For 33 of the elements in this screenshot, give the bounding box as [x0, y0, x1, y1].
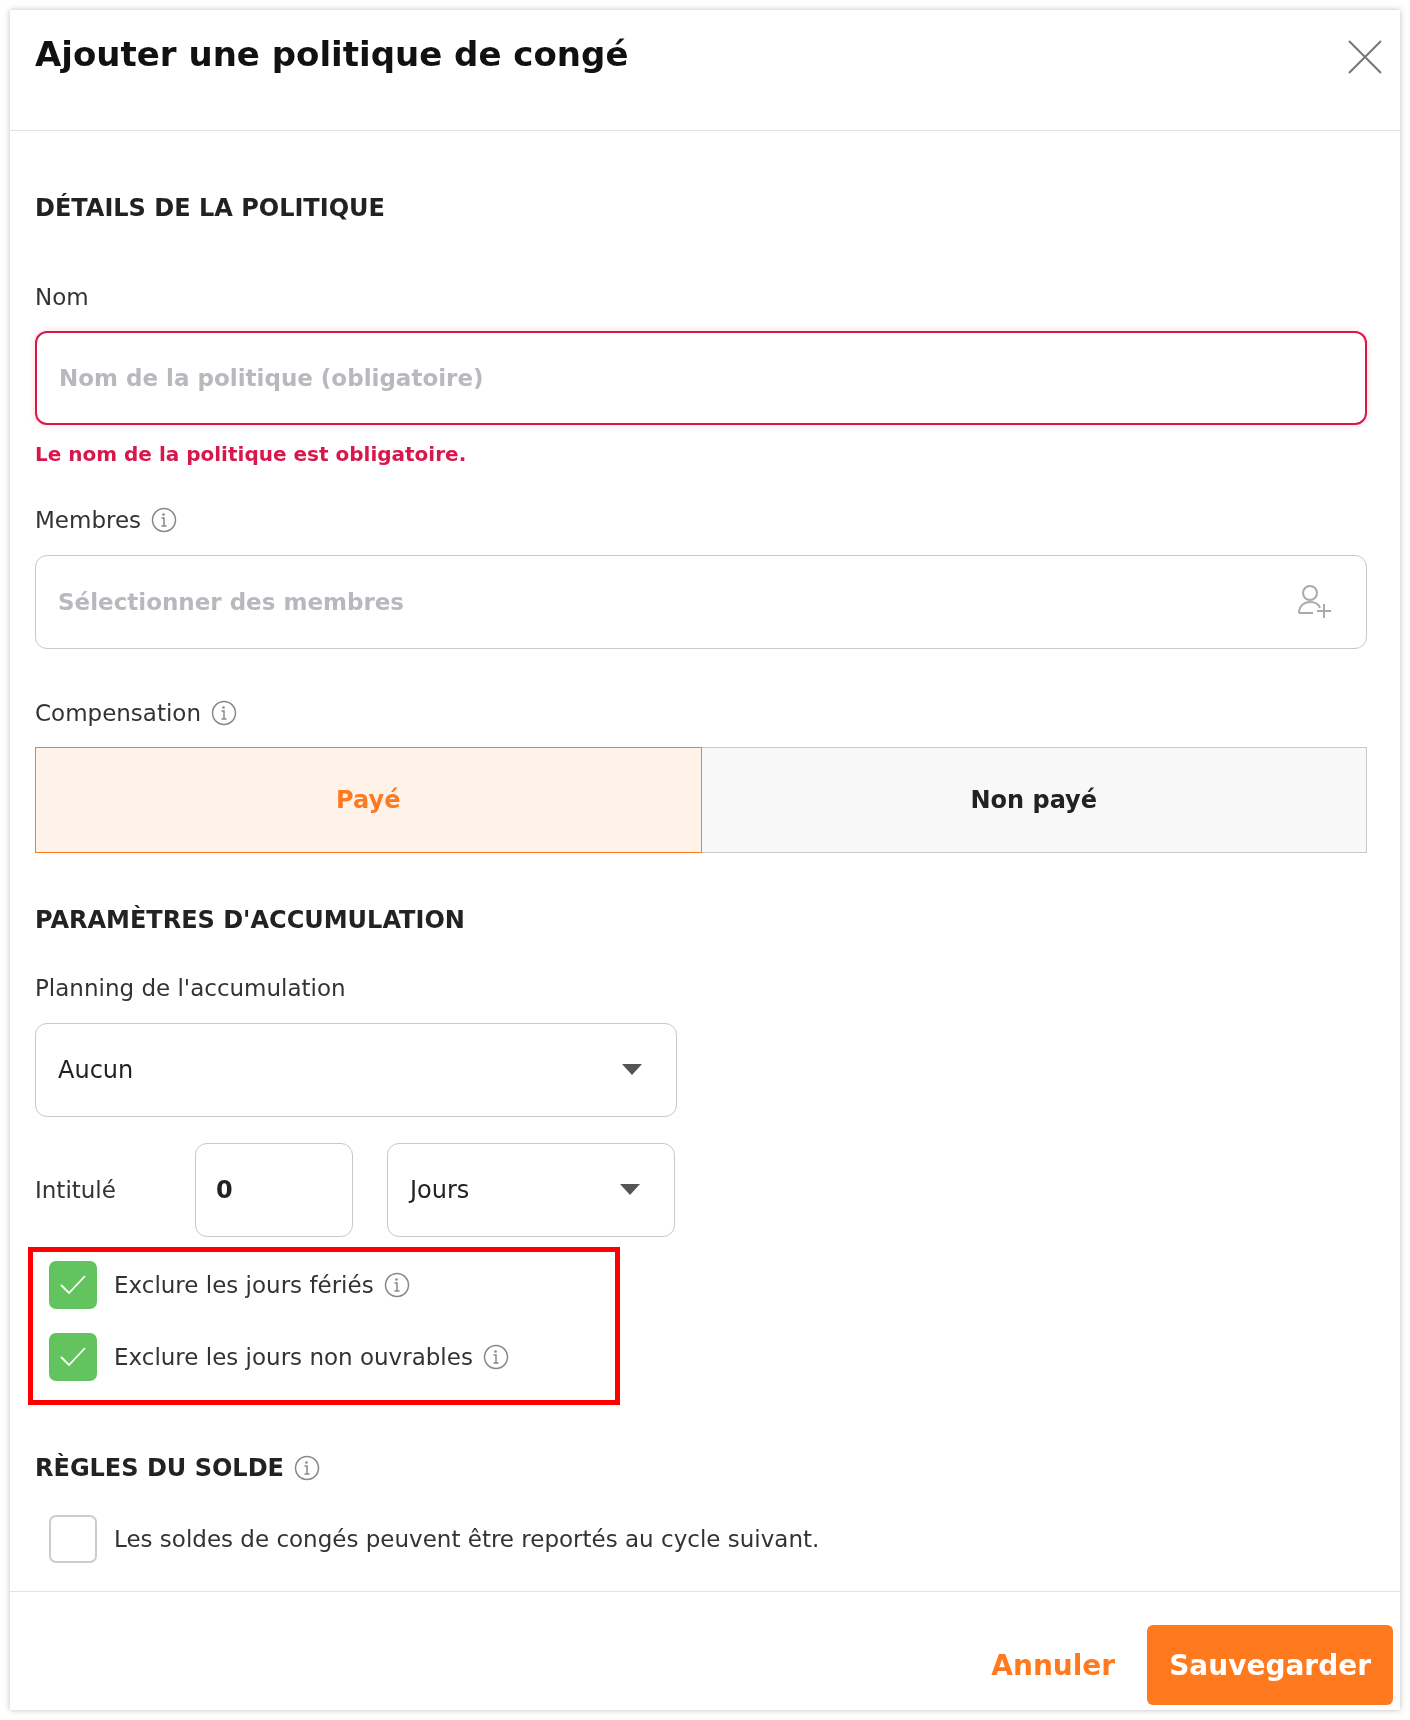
- info-icon[interactable]: [293, 1455, 320, 1481]
- check-icon: [59, 1346, 87, 1368]
- checkbox[interactable]: [49, 1333, 97, 1381]
- field-label: Compensation: [35, 699, 201, 727]
- section-heading: DÉTAILS DE LA POLITIQUE: [35, 193, 385, 223]
- check-icon: [59, 1274, 87, 1296]
- field-label: Planning de l'accumulation: [35, 974, 346, 1002]
- close-icon: [1348, 40, 1382, 74]
- section-heading: PARAMÈTRES D'ACCUMULATION: [35, 905, 465, 935]
- checkbox[interactable]: [49, 1261, 97, 1309]
- info-icon[interactable]: [211, 700, 237, 726]
- checkbox[interactable]: [49, 1515, 97, 1563]
- amount-field[interactable]: 0: [195, 1143, 353, 1237]
- caret-icon: [622, 1064, 642, 1076]
- checkbox-label: Exclure les jours fériés: [114, 1272, 374, 1298]
- info-icon[interactable]: [383, 1272, 410, 1298]
- compensation-option[interactable]: Non payé: [701, 747, 1367, 853]
- field-label: Nom: [35, 283, 89, 311]
- members-field[interactable]: Sélectionner des membres: [35, 555, 1367, 649]
- info-icon[interactable]: [482, 1344, 509, 1370]
- unit-select[interactable]: Jours: [387, 1143, 675, 1237]
- dialog-title: Ajouter une politique de congé: [35, 33, 629, 76]
- info-icon[interactable]: [151, 507, 178, 533]
- add-person-icon[interactable]: [1297, 584, 1333, 620]
- checkbox-label: Exclure les jours non ouvrables: [114, 1344, 473, 1370]
- checkbox-label: Les soldes de congés peuvent être reportés au cycle suivant.: [114, 1526, 820, 1552]
- section-heading: RÈGLES DU SOLDE: [35, 1453, 284, 1483]
- schedule-select[interactable]: Aucun: [35, 1023, 677, 1117]
- field-label: Intitulé: [35, 1177, 117, 1203]
- name-field[interactable]: Nom de la politique (obligatoire): [35, 331, 1367, 425]
- field-label: Membres: [35, 506, 142, 534]
- caret-icon: [620, 1184, 640, 1196]
- error-message: Le nom de la politique est obligatoire.: [35, 441, 468, 467]
